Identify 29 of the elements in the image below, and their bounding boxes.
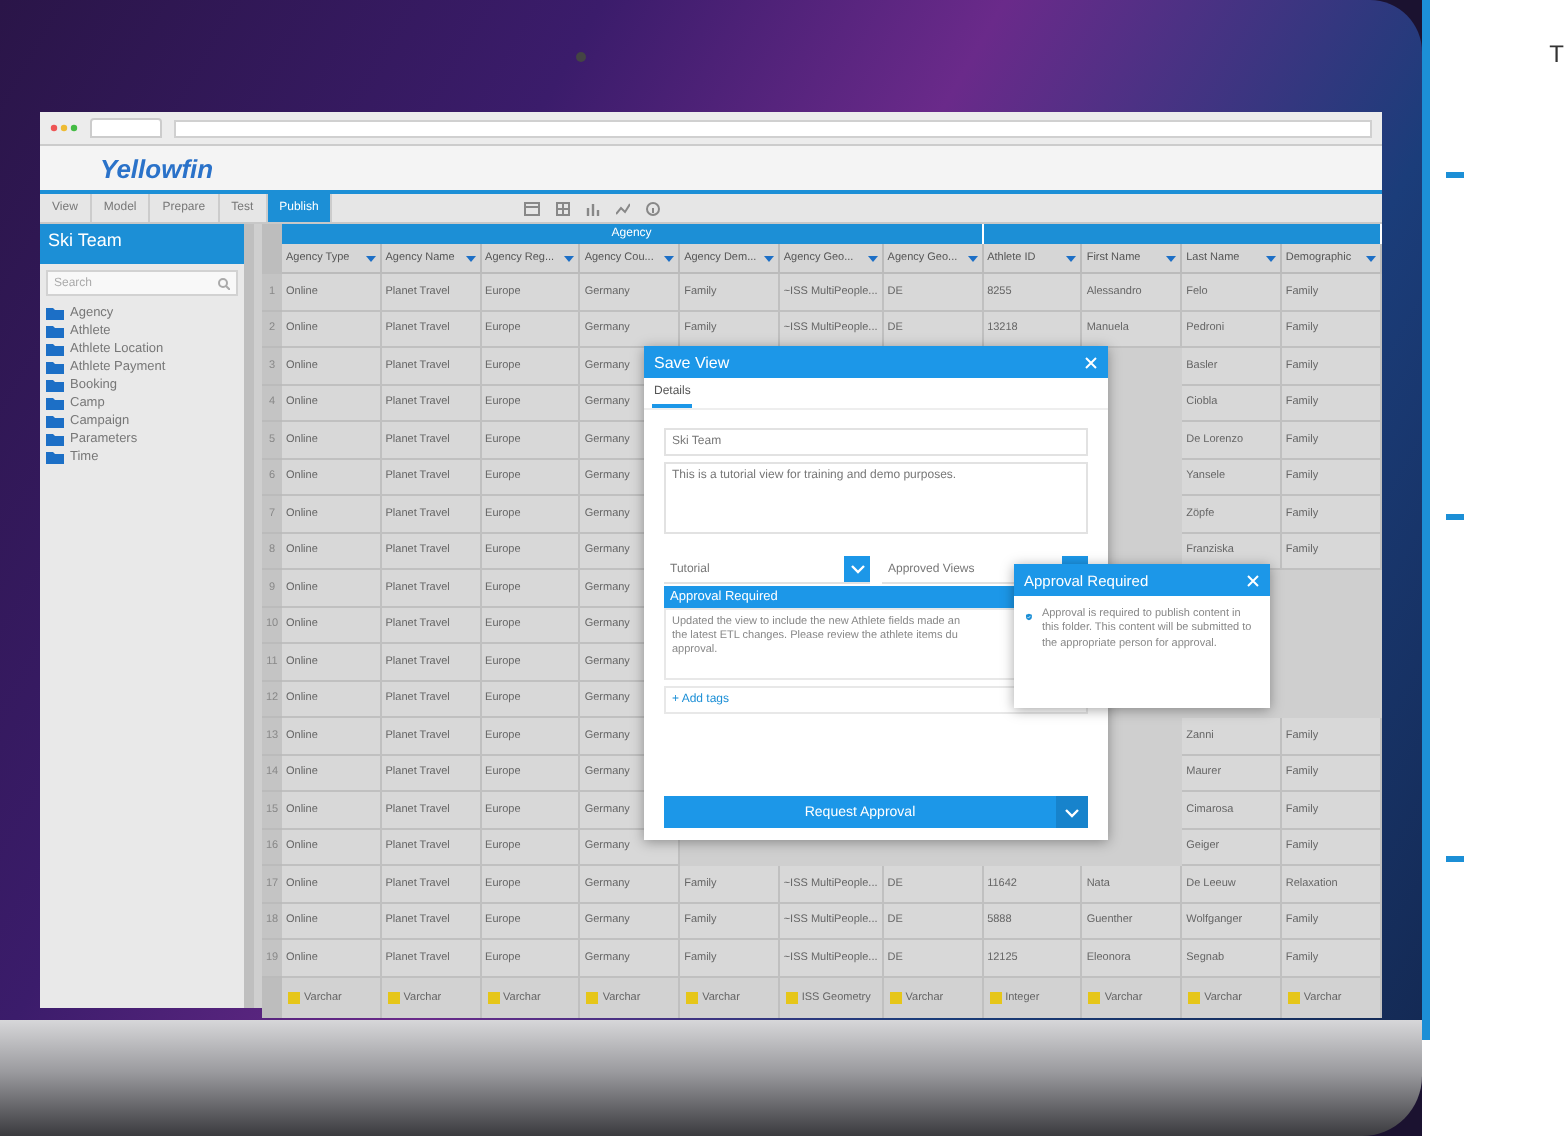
window-controls-icon [50, 124, 78, 132]
sort-caret-icon[interactable] [1066, 255, 1077, 261]
corner-cell [262, 244, 282, 274]
sort-caret-icon[interactable] [763, 255, 774, 261]
sort-caret-icon[interactable] [1166, 255, 1177, 261]
close-icon[interactable] [1084, 355, 1098, 369]
bar-chart-icon[interactable] [586, 201, 601, 215]
sort-caret-icon[interactable] [1365, 255, 1376, 261]
sort-caret-icon[interactable] [465, 255, 476, 261]
sort-caret-icon[interactable] [867, 255, 878, 261]
panel-title: Ski Team [40, 224, 244, 264]
chevron-down-icon [1064, 807, 1080, 817]
search-icon[interactable] [218, 277, 230, 289]
sort-caret-icon[interactable] [365, 255, 376, 261]
camera-dot [576, 52, 586, 62]
heading: T [1549, 40, 1564, 68]
sort-caret-icon[interactable] [1265, 255, 1276, 261]
line-chart-icon[interactable] [616, 201, 631, 215]
close-icon[interactable] [1246, 573, 1260, 587]
chevron-down-icon [849, 564, 865, 574]
corner-cell [262, 977, 282, 1017]
grid-icon[interactable] [556, 201, 571, 215]
sort-caret-icon[interactable] [967, 255, 978, 261]
logo: Yellowfin [100, 153, 214, 183]
sort-caret-icon[interactable] [664, 255, 675, 261]
sort-caret-icon[interactable] [564, 255, 575, 261]
dropdown-button[interactable] [1056, 796, 1088, 828]
info-icon[interactable] [646, 201, 661, 215]
window-icon[interactable] [524, 201, 541, 215]
